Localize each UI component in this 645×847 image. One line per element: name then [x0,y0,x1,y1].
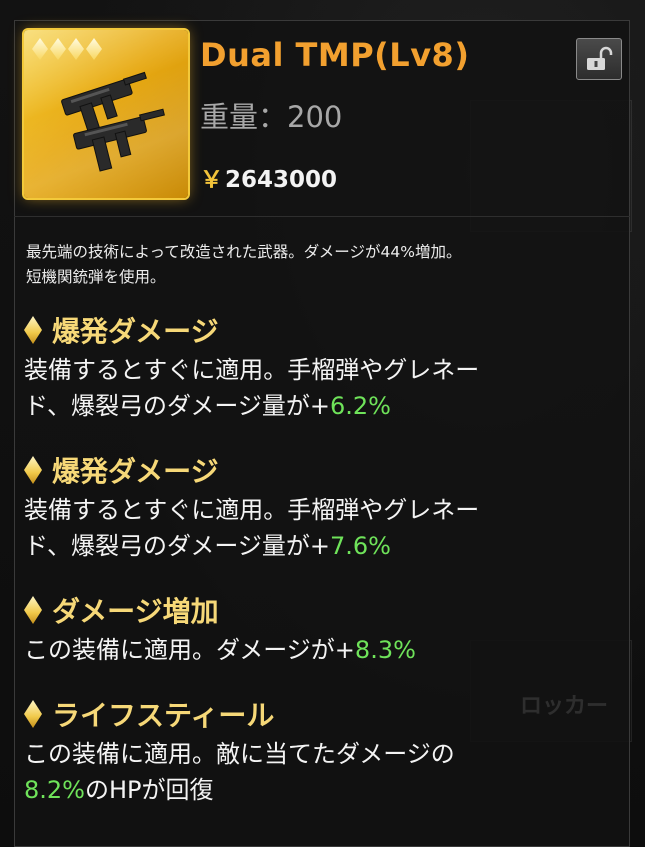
weight-value: 200 [287,100,343,134]
effect-explosive-damage-1: 爆発ダメージ 装備するとすぐに適用。手榴弾やグレネー ド、爆裂弓のダメージ量が+… [24,310,624,424]
effect-body: この装備に適用。ダメージが+8.3% [24,632,624,668]
effect-text: 8.2%のHPが回復 [24,772,624,808]
item-description: 最先端の技術によって改造された武器。ダメージが44%増加。 短機関銃弾を使用。 [26,240,626,290]
item-icon-frame [24,30,188,198]
effect-text-suffix: のHPが回復 [84,776,214,804]
diamond-icon [24,316,42,344]
weight-label: 重量： [200,100,288,134]
rarity-star-icon [86,38,102,60]
rarity-stars [32,38,102,60]
effect-title-text: ライフスティール [52,699,275,732]
effect-value: 8.2% [24,776,85,804]
effect-explosive-damage-2: 爆発ダメージ 装備するとすぐに適用。手榴弾やグレネー ド、爆裂弓のダメージ量が+… [24,450,624,564]
effect-body: この装備に適用。敵に当てたダメージの 8.2%のHPが回復 [24,736,624,808]
effect-damage-increase: ダメージ増加 この装備に適用。ダメージが+8.3% [24,590,624,668]
description-line: 最先端の技術によって改造された武器。ダメージが44%増加。 [26,243,462,261]
effect-title-text: ダメージ増加 [52,595,219,628]
effect-value: 6.2% [329,392,391,420]
item-price: ￥2643000 [200,160,337,194]
effect-title: ダメージ増加 [24,590,624,630]
effect-life-steal: ライフスティール この装備に適用。敵に当てたダメージの 8.2%のHPが回復 [24,694,624,808]
effect-text-prefix: ド、爆裂弓のダメージ量が+ [24,392,330,420]
effect-text: この装備に適用。ダメージが+8.3% [24,632,624,668]
effect-text: この装備に適用。敵に当てたダメージの [24,740,455,768]
effect-title: 爆発ダメージ [24,450,624,490]
rarity-star-icon [68,38,84,60]
effect-body: 装備するとすぐに適用。手榴弾やグレネー ド、爆裂弓のダメージ量が+7.6% [24,492,624,564]
description-line: 短機関銃弾を使用。 [26,268,166,286]
effect-text: 装備するとすぐに適用。手榴弾やグレネー [24,356,480,384]
effect-title-text: 爆発ダメージ [52,455,219,488]
effect-text-prefix: この装備に適用。ダメージが+ [24,636,355,664]
rarity-star-icon [50,38,66,60]
dual-smg-icon [61,71,165,172]
item-name: Dual TMP(Lv8) [200,36,470,74]
effect-title: 爆発ダメージ [24,310,624,350]
diamond-icon [24,596,42,624]
effect-text: ド、爆裂弓のダメージ量が+6.2% [24,388,624,424]
yen-icon: ￥ [200,167,223,193]
rarity-star-icon [32,38,48,60]
lock-toggle-button[interactable] [576,38,622,80]
effect-text-prefix: ド、爆裂弓のダメージ量が+ [24,532,330,560]
effect-title: ライフスティール [24,694,624,734]
effect-value: 8.3% [354,636,416,664]
effect-value: 7.6% [329,532,391,560]
effect-body: 装備するとすぐに適用。手榴弾やグレネー ド、爆裂弓のダメージ量が+6.2% [24,352,624,424]
price-value: 2643000 [225,167,338,193]
effect-text: 装備するとすぐに適用。手榴弾やグレネー [24,496,480,524]
item-weight: 重量：200 [200,94,342,136]
effect-title-text: 爆発ダメージ [52,315,219,348]
diamond-icon [24,700,42,728]
effect-text: ド、爆裂弓のダメージ量が+7.6% [24,528,624,564]
diamond-icon [24,456,42,484]
padlock-open-icon [587,46,613,70]
